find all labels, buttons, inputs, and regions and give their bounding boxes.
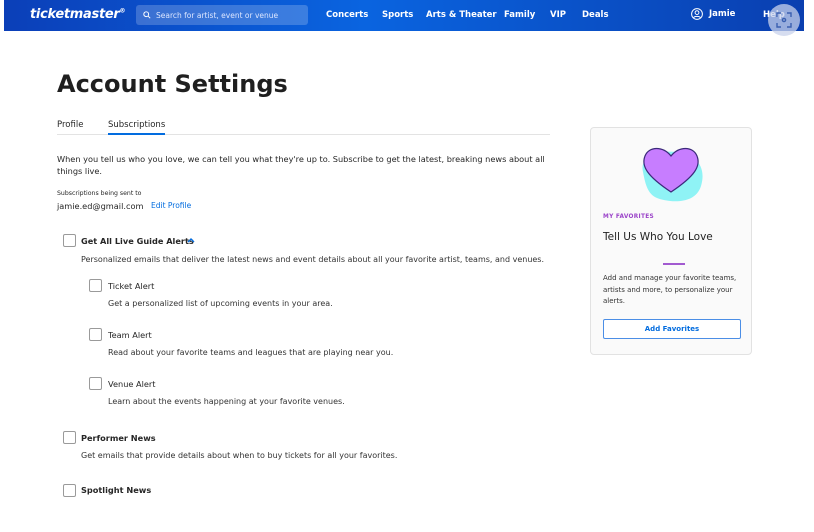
card-divider [663,263,685,265]
all-alerts-desc: Personalized emails that deliver the lat… [81,255,545,264]
screenshot-button[interactable] [768,4,800,36]
user-name: Jamie [709,9,736,19]
chevron-up-icon[interactable] [187,238,195,243]
nav-sports[interactable]: Sports [382,10,413,20]
email-value: jamie.ed@gmail.com [57,201,144,211]
card-text: Add and manage your favorite teams, arti… [603,274,737,305]
nav-vip[interactable]: VIP [550,10,566,20]
team-alert-label: Team Alert [108,330,152,340]
heart-icon [642,147,703,202]
ticket-alert-label: Ticket Alert [108,281,155,291]
page-title: Account Settings [57,70,288,98]
edit-profile-link[interactable]: Edit Profile [151,201,191,210]
ticketmaster-logo[interactable]: ticketmaster® [30,7,125,22]
team-alert-desc: Read about your favorite teams and leagu… [108,348,394,357]
venue-alert-desc: Learn about the events happening at your… [108,397,345,406]
venue-alert-label: Venue Alert [108,379,156,389]
all-alerts-label: Get All Live Guide Alerts [81,236,194,246]
performer-news-desc: Get emails that provide details about wh… [81,451,398,460]
all-alerts-checkbox[interactable] [63,234,76,247]
sent-to-label: Subscriptions being sent to [57,190,142,197]
user-menu[interactable]: Jamie [691,8,735,20]
venue-alert-checkbox[interactable] [89,377,102,390]
search-placeholder: Search for artist, event or venue [156,10,279,20]
intro-text: When you tell us who you love, we can te… [57,154,545,176]
nav-concerts[interactable]: Concerts [326,10,368,20]
spotlight-news-label: Spotlight News [81,485,152,495]
search-icon [143,11,151,19]
ticket-alert-checkbox[interactable] [89,279,102,292]
performer-news-label: Performer News [81,433,156,443]
user-icon [691,8,703,20]
logo-text: ticketmaster [30,7,120,22]
nav-family[interactable]: Family [504,10,535,20]
tab-profile[interactable]: Profile [57,120,83,130]
ticket-alert-desc: Get a personalized list of upcoming even… [108,299,333,308]
scan-icon [776,12,792,28]
settings-tabs: Profile Subscriptions [57,118,550,135]
spotlight-news-checkbox[interactable] [63,484,76,497]
nav-arts-theater[interactable]: Arts & Theater [426,10,497,20]
favorites-card: MY FAVORITES Tell Us Who You Love Add an… [590,127,752,355]
tab-subscriptions[interactable]: Subscriptions [108,120,166,135]
top-nav: ticketmaster® Search for artist, event o… [4,0,804,31]
nav-deals[interactable]: Deals [582,10,609,20]
search-input[interactable]: Search for artist, event or venue [136,5,308,25]
card-title: Tell Us Who You Love [603,231,713,243]
add-favorites-button[interactable]: Add Favorites [603,319,741,339]
card-kicker: MY FAVORITES [603,214,654,220]
team-alert-checkbox[interactable] [89,328,102,341]
performer-news-checkbox[interactable] [63,431,76,444]
